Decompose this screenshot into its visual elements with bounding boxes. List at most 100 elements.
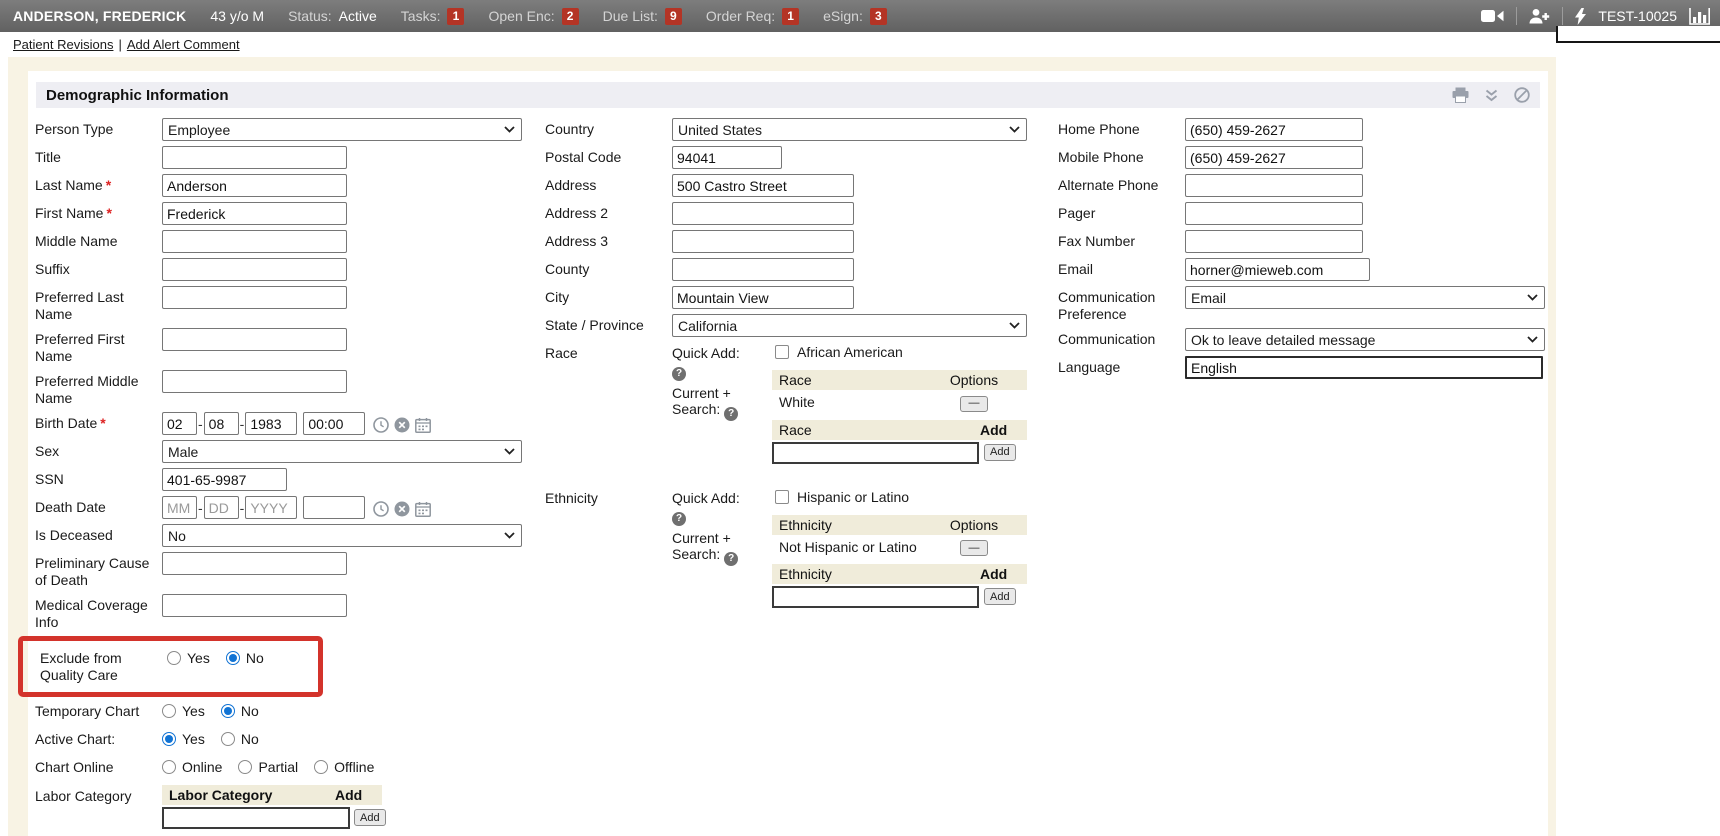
alternate-phone-field[interactable]	[1185, 174, 1363, 197]
labor-add-button[interactable]: Add	[354, 809, 386, 826]
preliminary-cause-field[interactable]	[162, 552, 347, 575]
suffix-field[interactable]	[162, 258, 347, 281]
esign-badge[interactable]: 3	[870, 8, 887, 25]
hispanic-latino-checkbox[interactable]	[775, 490, 789, 504]
ethnicity-add-input[interactable]	[772, 586, 979, 608]
death-month-field[interactable]	[162, 496, 197, 519]
person-type-select[interactable]: Employee	[162, 118, 522, 141]
help-icon[interactable]	[672, 367, 686, 381]
preferred-last-name-field[interactable]	[162, 286, 347, 309]
clock-icon[interactable]	[373, 417, 389, 433]
void-icon[interactable]	[1514, 87, 1530, 103]
chart-online-offline-radio[interactable]	[314, 760, 328, 774]
address-field[interactable]	[672, 174, 854, 197]
date-dash	[240, 416, 245, 432]
open-enc-badge[interactable]: 2	[562, 8, 579, 25]
ethnicity-add-button[interactable]: Add	[984, 588, 1016, 605]
active-chart-no-radio[interactable]	[221, 732, 235, 746]
pager-field[interactable]	[1185, 202, 1363, 225]
medical-coverage-field[interactable]	[162, 594, 347, 617]
exclude-quality-yes-radio[interactable]	[167, 651, 181, 665]
language-field[interactable]	[1185, 356, 1543, 379]
death-day-field[interactable]	[204, 496, 239, 519]
title-field[interactable]	[162, 146, 347, 169]
labor-add-header: Add	[335, 787, 375, 803]
ssn-row: SSN	[35, 468, 537, 491]
patient-revisions-link[interactable]: Patient Revisions	[13, 37, 113, 52]
clear-date-icon[interactable]	[394, 501, 410, 517]
ethnicity-remove-button[interactable]: —	[960, 540, 988, 556]
race-add-input[interactable]	[772, 442, 979, 464]
chevron-down-icon	[1527, 336, 1538, 343]
clear-date-icon[interactable]	[394, 417, 410, 433]
collapse-icon[interactable]	[1485, 89, 1498, 102]
race-add-button[interactable]: Add	[984, 444, 1016, 461]
home-phone-field[interactable]	[1185, 118, 1363, 141]
calendar-icon[interactable]	[415, 502, 431, 517]
exclude-quality-no-radio[interactable]	[226, 651, 240, 665]
communication-value: Ok to leave detailed message	[1191, 332, 1521, 348]
chart-online-partial-radio[interactable]	[238, 760, 252, 774]
birth-year-field[interactable]	[245, 412, 297, 435]
last-name-field[interactable]	[162, 174, 347, 197]
active-chart-yes-radio[interactable]	[162, 732, 176, 746]
help-icon[interactable]	[672, 512, 686, 526]
communication-select[interactable]: Ok to leave detailed message	[1185, 328, 1545, 351]
is-deceased-select[interactable]: No	[162, 524, 522, 547]
dropdown-fragment	[1556, 26, 1720, 43]
ssn-field[interactable]	[162, 468, 287, 491]
chevron-down-icon	[1527, 294, 1538, 301]
birth-day-field[interactable]	[204, 412, 239, 435]
preferred-first-name-field[interactable]	[162, 328, 347, 351]
due-list-label: Due List:	[603, 8, 658, 24]
add-alert-comment-link[interactable]: Add Alert Comment	[127, 37, 240, 52]
chart-online-online-radio[interactable]	[162, 760, 176, 774]
email-field[interactable]	[1185, 258, 1370, 281]
ethnicity-table-header: Ethnicity	[779, 517, 928, 533]
person-type-label: Person Type	[35, 118, 162, 138]
race-remove-button[interactable]: —	[960, 396, 988, 412]
county-field[interactable]	[672, 258, 854, 281]
communication-preference-select[interactable]: Email	[1185, 286, 1545, 309]
patient-age-sex: 43 y/o M	[210, 8, 264, 24]
address2-field[interactable]	[672, 202, 854, 225]
help-icon[interactable]	[724, 407, 738, 421]
address2-row: Address 2	[545, 202, 1053, 225]
birth-month-field[interactable]	[162, 412, 197, 435]
postal-code-field[interactable]	[672, 146, 782, 169]
country-row: Country United States	[545, 118, 1053, 141]
labor-category-input[interactable]	[162, 807, 350, 829]
sex-select[interactable]: Male	[162, 440, 522, 463]
person-add-icon[interactable]	[1529, 8, 1550, 24]
fax-number-row: Fax Number	[1058, 230, 1558, 253]
middle-name-field[interactable]	[162, 230, 347, 253]
state-select[interactable]: California	[672, 314, 1027, 337]
address2-label: Address 2	[545, 202, 672, 222]
clock-icon[interactable]	[373, 501, 389, 517]
state-label: State / Province	[545, 314, 672, 334]
toolbar-divider	[1516, 7, 1517, 25]
fax-number-field[interactable]	[1185, 230, 1363, 253]
tasks-badge[interactable]: 1	[447, 8, 464, 25]
temporary-chart-no-radio[interactable]	[221, 704, 235, 718]
required-asterisk: *	[106, 177, 111, 193]
address3-field[interactable]	[672, 230, 854, 253]
death-year-field[interactable]	[245, 496, 297, 519]
calendar-icon[interactable]	[415, 418, 431, 433]
lightning-bolt-icon[interactable]	[1575, 8, 1586, 25]
country-select[interactable]: United States	[672, 118, 1027, 141]
mobile-phone-field[interactable]	[1185, 146, 1363, 169]
video-camera-icon[interactable]	[1481, 9, 1504, 23]
african-american-checkbox[interactable]	[775, 345, 789, 359]
due-list-badge[interactable]: 9	[665, 8, 682, 25]
first-name-field[interactable]	[162, 202, 347, 225]
preferred-middle-name-field[interactable]	[162, 370, 347, 393]
death-time-field[interactable]	[303, 496, 365, 519]
city-field[interactable]	[672, 286, 854, 309]
print-icon[interactable]	[1452, 87, 1469, 103]
help-icon[interactable]	[724, 552, 738, 566]
temporary-chart-yes-radio[interactable]	[162, 704, 176, 718]
order-req-badge[interactable]: 1	[782, 8, 799, 25]
bar-chart-icon[interactable]	[1689, 8, 1710, 25]
birth-time-field[interactable]	[303, 412, 365, 435]
